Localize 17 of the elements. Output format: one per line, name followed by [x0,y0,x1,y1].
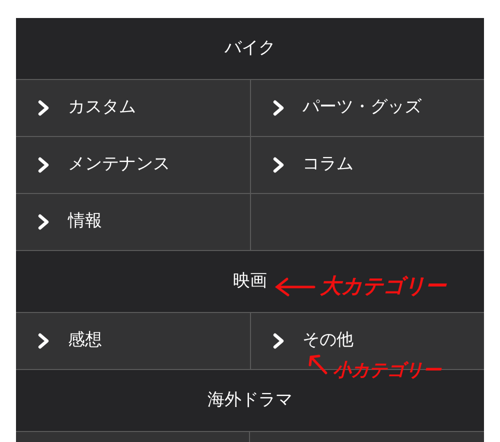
chevron-icon [272,100,284,116]
chevron-icon [272,333,284,349]
arrow-drawing [274,276,316,297]
category-link[interactable]: カスタム [16,80,250,136]
category-link[interactable]: メンテナンス [16,137,250,193]
category-link[interactable]: 感想 [16,313,250,369]
category-link[interactable]: コラム [250,137,484,193]
chevron-icon [272,157,284,173]
category-header[interactable]: バイク [16,18,484,80]
category-link[interactable]: 情報 [16,194,250,250]
chevron-icon [38,157,50,173]
chevron-icon [38,100,50,116]
chevron-icon [38,214,50,230]
arrow-drawing [307,352,329,376]
chevron-icon [38,333,50,349]
category-link[interactable]: パーツ・グッズ [250,80,484,136]
annotation-text: 大カテゴリー [320,273,446,300]
